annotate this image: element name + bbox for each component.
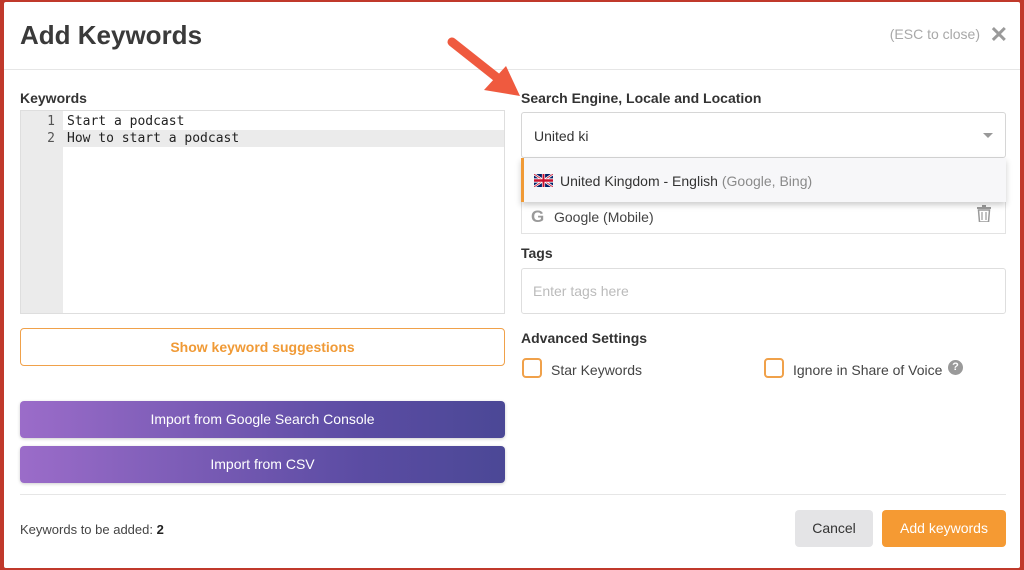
show-keyword-suggestions-button[interactable]: Show keyword suggestions <box>20 328 505 366</box>
editor-line: 1 Start a podcast <box>21 113 504 130</box>
keywords-label: Keywords <box>20 90 87 106</box>
uk-flag-icon <box>534 174 553 187</box>
modal-title: Add Keywords <box>20 20 203 50</box>
keyword-count-value: 2 <box>156 522 164 537</box>
trash-icon[interactable] <box>977 205 991 222</box>
ignore-sov-label: Ignore in Share of Voice <box>793 362 943 378</box>
footer-divider <box>20 494 1006 495</box>
import-csv-button[interactable]: Import from CSV <box>20 446 505 483</box>
star-keywords-checkbox[interactable] <box>522 358 542 378</box>
ignore-sov-checkbox[interactable] <box>764 358 784 378</box>
line-text: Start a podcast <box>67 114 185 129</box>
esc-hint: (ESC to close) <box>889 26 980 42</box>
keyword-count-label: Keywords to be added: <box>20 522 153 537</box>
line-number: 2 <box>47 131 55 146</box>
search-engine-label: Search Engine, Locale and Location <box>521 90 762 106</box>
line-number: 1 <box>47 114 55 129</box>
locale-option-text: United Kingdom - English (Google, Bing) <box>560 173 812 189</box>
add-keywords-button[interactable]: Add keywords <box>882 510 1006 547</box>
locale-option-uk[interactable]: United Kingdom - English (Google, Bing) <box>521 158 1006 202</box>
engine-name: Google (Mobile) <box>554 209 654 225</box>
line-text: How to start a podcast <box>67 131 240 146</box>
import-gsc-button[interactable]: Import from Google Search Console <box>20 401 505 438</box>
help-icon[interactable]: ? <box>948 360 963 375</box>
locale-option-main: United Kingdom - English <box>560 173 718 189</box>
locale-select[interactable]: United ki <box>521 112 1006 158</box>
caret-down-icon[interactable] <box>983 133 993 138</box>
tags-input[interactable] <box>521 268 1006 314</box>
tags-label: Tags <box>521 245 553 261</box>
editor-line-active: 2 How to start a podcast <box>21 130 504 147</box>
keywords-editor[interactable]: 1 Start a podcast 2 How to start a podca… <box>20 110 505 314</box>
locale-option-sub: (Google, Bing) <box>721 173 813 189</box>
star-keywords-label: Star Keywords <box>551 362 643 378</box>
close-icon[interactable]: ✕ <box>990 22 1008 48</box>
annotation-arrow-icon <box>447 37 520 96</box>
cancel-button[interactable]: Cancel <box>795 510 873 547</box>
add-keywords-modal: Add Keywords (ESC to close) ✕ Keywords 1… <box>4 2 1020 568</box>
locale-select-value: United ki <box>534 128 589 144</box>
google-icon: G <box>531 207 545 226</box>
advanced-settings-label: Advanced Settings <box>521 330 648 346</box>
keyword-count: Keywords to be added: 2 <box>20 522 164 537</box>
